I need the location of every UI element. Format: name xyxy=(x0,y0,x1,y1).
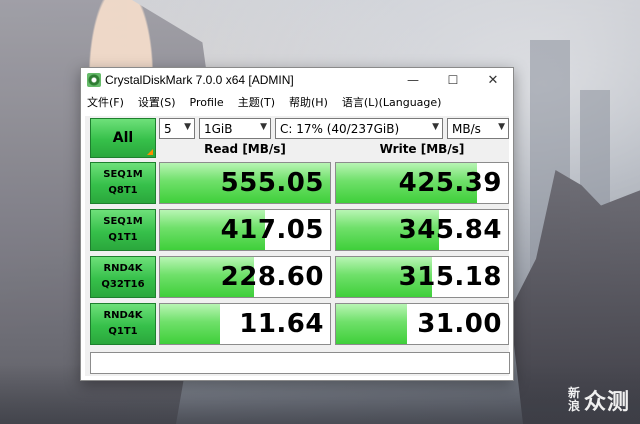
drive-value: C: 17% (40/237GiB) xyxy=(280,121,400,136)
write-value: 425.39 xyxy=(398,168,502,198)
test-name: SEQ1M xyxy=(103,169,143,180)
read-result-cell: 417.05 xyxy=(159,209,331,251)
test-params: Q8T1 xyxy=(108,185,138,196)
write-value: 31.00 xyxy=(417,309,502,339)
chevron-down-icon: ▼ xyxy=(260,122,267,132)
test-size-value: 1GiB xyxy=(204,121,233,136)
read-progress-bar xyxy=(160,304,220,344)
close-button[interactable]: ✕ xyxy=(473,68,513,92)
menu-language[interactable]: 语言(L)(Language) xyxy=(342,94,442,110)
unit-select[interactable]: MB/s ▼ xyxy=(447,118,509,139)
test-seq1m-q8t1-button[interactable]: SEQ1M Q8T1 xyxy=(90,162,156,204)
test-rnd4k-q1t1-button[interactable]: RND4K Q1T1 xyxy=(90,303,156,345)
benchmark-panel: All 5 ▼ 1GiB ▼ C: 17% (40/237GiB) ▼ MB/s… xyxy=(85,116,510,376)
menu-help[interactable]: 帮助(H) xyxy=(289,94,328,110)
chevron-down-icon: ▼ xyxy=(184,122,191,132)
chevron-down-icon: ▼ xyxy=(498,122,505,132)
test-count-value: 5 xyxy=(164,121,172,136)
test-seq1m-q1t1-button[interactable]: SEQ1M Q1T1 xyxy=(90,209,156,251)
read-result-cell: 555.05 xyxy=(159,162,331,204)
read-value: 417.05 xyxy=(220,215,324,245)
write-result-cell: 31.00 xyxy=(335,303,509,345)
unit-value: MB/s xyxy=(452,121,481,136)
read-value: 555.05 xyxy=(220,168,324,198)
read-value: 11.64 xyxy=(239,309,324,339)
write-result-cell: 425.39 xyxy=(335,162,509,204)
test-count-select[interactable]: 5 ▼ xyxy=(159,118,195,139)
drive-select[interactable]: C: 17% (40/237GiB) ▼ xyxy=(275,118,443,139)
write-value: 315.18 xyxy=(398,262,502,292)
menu-bar: 文件(F) 设置(S) Profile 主题(T) 帮助(H) 语言(L)(La… xyxy=(81,92,513,112)
test-name: RND4K xyxy=(103,263,143,274)
app-disk-icon xyxy=(87,73,101,87)
window-title: CrystalDiskMark 7.0.0 x64 [ADMIN] xyxy=(105,73,294,87)
write-value: 345.84 xyxy=(398,215,502,245)
menu-file[interactable]: 文件(F) xyxy=(87,94,124,110)
read-header: Read [MB/s] xyxy=(204,142,286,156)
menu-settings[interactable]: 设置(S) xyxy=(138,94,176,110)
watermark-logo: 新 浪 众测 xyxy=(568,384,630,416)
maximize-button[interactable]: ☐ xyxy=(433,68,473,92)
comment-input[interactable] xyxy=(90,352,510,374)
read-value: 228.60 xyxy=(220,262,324,292)
test-size-select[interactable]: 1GiB ▼ xyxy=(199,118,271,139)
test-name: SEQ1M xyxy=(103,216,143,227)
crystaldiskmark-window: CrystalDiskMark 7.0.0 x64 [ADMIN] — ☐ ✕ … xyxy=(80,67,514,381)
test-params: Q32T16 xyxy=(101,279,145,290)
read-result-cell: 11.64 xyxy=(159,303,331,345)
watermark-char: 浪 xyxy=(567,399,580,413)
test-params: Q1T1 xyxy=(108,232,138,243)
title-bar[interactable]: CrystalDiskMark 7.0.0 x64 [ADMIN] — ☐ ✕ xyxy=(81,68,513,92)
run-all-label: All xyxy=(112,130,134,146)
read-result-cell: 228.60 xyxy=(159,256,331,298)
menu-profile[interactable]: Profile xyxy=(190,96,224,109)
test-params: Q1T1 xyxy=(108,326,138,337)
write-header: Write [MB/s] xyxy=(379,142,465,156)
test-rnd4k-q32t16-button[interactable]: RND4K Q32T16 xyxy=(90,256,156,298)
menu-theme[interactable]: 主题(T) xyxy=(238,94,275,110)
chevron-down-icon: ▼ xyxy=(432,122,439,132)
run-all-button[interactable]: All xyxy=(90,118,156,158)
write-result-cell: 345.84 xyxy=(335,209,509,251)
watermark-text: 众测 xyxy=(583,390,630,415)
write-result-cell: 315.18 xyxy=(335,256,509,298)
minimize-button[interactable]: — xyxy=(393,68,433,92)
write-progress-bar xyxy=(336,304,407,344)
test-name: RND4K xyxy=(103,310,143,321)
